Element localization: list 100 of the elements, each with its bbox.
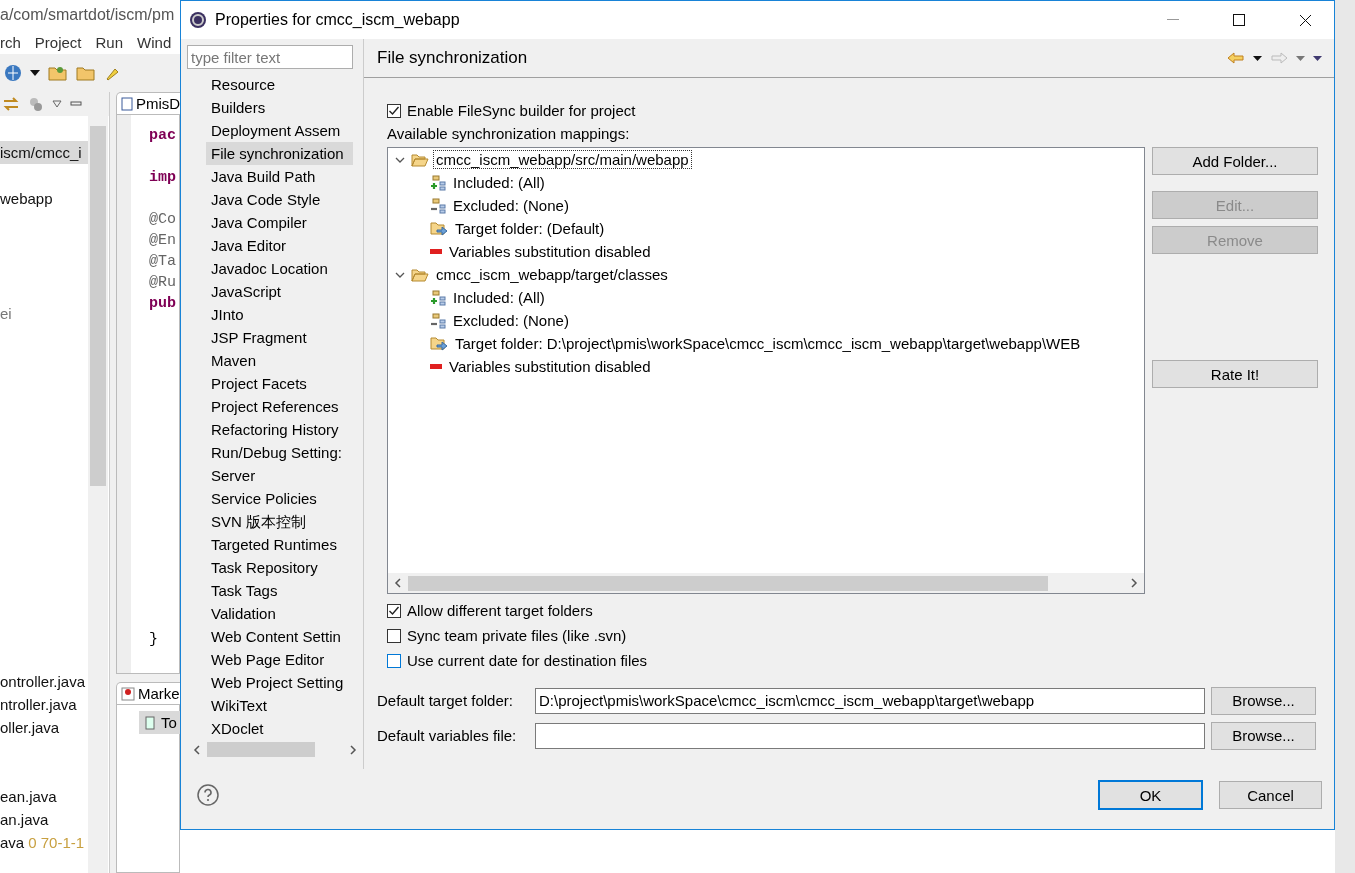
folder-arrow-icon xyxy=(430,220,448,237)
dialog-button[interactable]: Cancel xyxy=(1219,781,1322,809)
nav-item[interactable]: JavaScript xyxy=(206,280,353,303)
tree-item[interactable]: ava 0 70-1-1 xyxy=(0,831,88,854)
nav-item[interactable]: Project References xyxy=(206,395,353,418)
nav-item[interactable]: Validation xyxy=(206,602,353,625)
menu-item[interactable]: Project xyxy=(34,33,82,51)
tree-item[interactable]: Included: (All) xyxy=(451,289,547,306)
file-icon xyxy=(121,96,133,111)
tree-item[interactable]: Variables substitution disabled xyxy=(447,358,653,375)
text-field[interactable] xyxy=(535,722,1205,749)
code-line: @Ta xyxy=(149,253,177,272)
maximize-icon xyxy=(1233,14,1245,26)
nav-item[interactable]: Server xyxy=(206,464,353,487)
tree-item[interactable]: Excluded: (None) xyxy=(451,197,571,214)
nav-item[interactable]: Builders xyxy=(206,96,353,119)
sync-arrows-icon[interactable] xyxy=(2,96,20,112)
nav-item[interactable]: Web Project Setting xyxy=(206,671,353,694)
nav-item[interactable]: Java Compiler xyxy=(206,211,353,234)
nav-item[interactable]: Project Facets xyxy=(206,372,353,395)
tree-item[interactable]: Excluded: (None) xyxy=(451,312,571,329)
tree-item[interactable]: Variables substitution disabled xyxy=(447,243,653,260)
filter-field[interactable]: type filter text xyxy=(187,45,353,69)
menu-item[interactable]: Wind xyxy=(137,33,172,51)
dialog-button[interactable]: OK xyxy=(1099,781,1202,809)
nav-item[interactable]: Task Repository xyxy=(206,556,353,579)
tree-item[interactable]: cmcc_iscm_webapp/target/classes xyxy=(434,266,670,283)
editor-tab[interactable]: PmisD xyxy=(116,92,180,114)
back-arrow-icon[interactable] xyxy=(1227,52,1245,64)
side-button[interactable]: Add Folder... xyxy=(1152,147,1318,175)
tree-item[interactable]: ontroller.java xyxy=(0,670,88,693)
folder-icon[interactable] xyxy=(76,65,96,81)
tree-item[interactable]: ean.java xyxy=(0,785,88,808)
nav-item[interactable]: Refactoring History xyxy=(206,418,353,441)
checkbox[interactable]: Sync team private files (like .svn) xyxy=(387,623,1318,648)
horizontal-scrollbar[interactable] xyxy=(388,573,1144,593)
nav-item[interactable]: Maven xyxy=(206,349,353,372)
text-field[interactable]: D:\project\pmis\workSpace\cmcc_iscm\cmcc_iscm_webapp\target\webapp xyxy=(535,687,1205,714)
tree-item[interactable]: cmcc_iscm_webapp/src/main/webapp xyxy=(434,151,691,168)
section-label: Available synchronization mappings: xyxy=(387,124,631,144)
folder-icon[interactable] xyxy=(48,65,68,81)
nav-item[interactable]: Targeted Runtimes xyxy=(206,533,353,556)
page-title: File synchronization xyxy=(377,48,529,68)
nav-item[interactable]: JSP Fragment xyxy=(206,326,353,349)
field-label: Default target folder: xyxy=(377,692,514,709)
browse-button[interactable]: Browse... xyxy=(1211,686,1316,715)
tree-item[interactable]: ei xyxy=(0,302,88,325)
caret-icon[interactable] xyxy=(30,70,40,76)
rate-button[interactable]: Rate It! xyxy=(1152,360,1318,388)
checkbox[interactable]: Use current date for destination files xyxy=(387,648,1318,673)
nav-item[interactable]: Java Editor xyxy=(206,234,353,257)
nav-item[interactable]: Service Policies xyxy=(206,487,353,510)
nav-item[interactable]: Java Build Path xyxy=(206,165,353,188)
code-line: } xyxy=(149,631,159,650)
task-icon xyxy=(145,715,157,730)
tree-item[interactable]: an.java xyxy=(0,808,88,831)
browse-button[interactable]: Browse... xyxy=(1211,721,1316,750)
app-icon xyxy=(189,11,207,29)
menu-item[interactable]: rch xyxy=(0,33,21,51)
minimize-icon xyxy=(1167,19,1179,21)
field-label: Default variables file: xyxy=(377,727,518,744)
tree-item[interactable]: Target folder: (Default) xyxy=(453,220,607,237)
circles-icon[interactable] xyxy=(28,96,44,112)
dialog-title: Properties for cmcc_iscm_webapp xyxy=(215,11,461,29)
tree-item[interactable]: ntroller.java xyxy=(0,693,88,716)
minimize-icon[interactable] xyxy=(70,99,82,109)
scrollbar[interactable] xyxy=(88,116,108,873)
tree-item[interactable]: webapp xyxy=(0,187,88,210)
markers-icon xyxy=(121,686,135,701)
caret-icon[interactable] xyxy=(1253,55,1262,61)
minus-tree-icon xyxy=(430,197,446,214)
globe-icon[interactable] xyxy=(4,64,22,82)
nav-item[interactable]: SVN 版本控制 xyxy=(206,510,353,533)
code-line: pac xyxy=(149,127,177,146)
nav-item[interactable]: Web Content Settin xyxy=(206,625,353,648)
help-icon[interactable] xyxy=(197,784,219,806)
folder-arrow-icon xyxy=(430,335,448,352)
nav-item[interactable]: File synchronization xyxy=(206,142,353,165)
tree-item[interactable]: Target folder: D:\project\pmis\workSpace\cmcc_iscm\cmcc_iscm_webapp\target\webapp\WEB xyxy=(453,335,1083,352)
list-item[interactable]: To xyxy=(139,711,180,734)
view-menu-icon[interactable] xyxy=(52,100,62,108)
nav-item[interactable]: WikiText xyxy=(206,694,353,717)
nav-item[interactable]: Javadoc Location xyxy=(206,257,353,280)
tree-item[interactable]: oller.java xyxy=(0,716,88,739)
tree-item[interactable]: iscm/cmcc_i xyxy=(0,141,88,164)
nav-item[interactable]: JInto xyxy=(206,303,353,326)
tree-item[interactable]: Included: (All) xyxy=(451,174,547,191)
nav-item[interactable]: Java Code Style xyxy=(206,188,353,211)
checkmark-icon xyxy=(388,104,400,117)
nav-item[interactable]: Task Tags xyxy=(206,579,353,602)
checkbox[interactable]: Allow different target folders xyxy=(387,598,1318,623)
menu-item[interactable]: Run xyxy=(95,33,124,51)
panel-tab[interactable]: Marke xyxy=(116,682,180,704)
nav-item[interactable]: Deployment Assem xyxy=(206,119,353,142)
minus-icon xyxy=(430,248,442,255)
nav-item[interactable]: Web Page Editor xyxy=(206,648,353,671)
nav-item[interactable]: Run/Debug Setting: xyxy=(206,441,353,464)
nav-item[interactable]: XDoclet xyxy=(206,717,353,740)
nav-item[interactable]: Resource xyxy=(206,73,353,96)
checkbox[interactable]: Enable FileSync builder for project xyxy=(387,98,1318,123)
